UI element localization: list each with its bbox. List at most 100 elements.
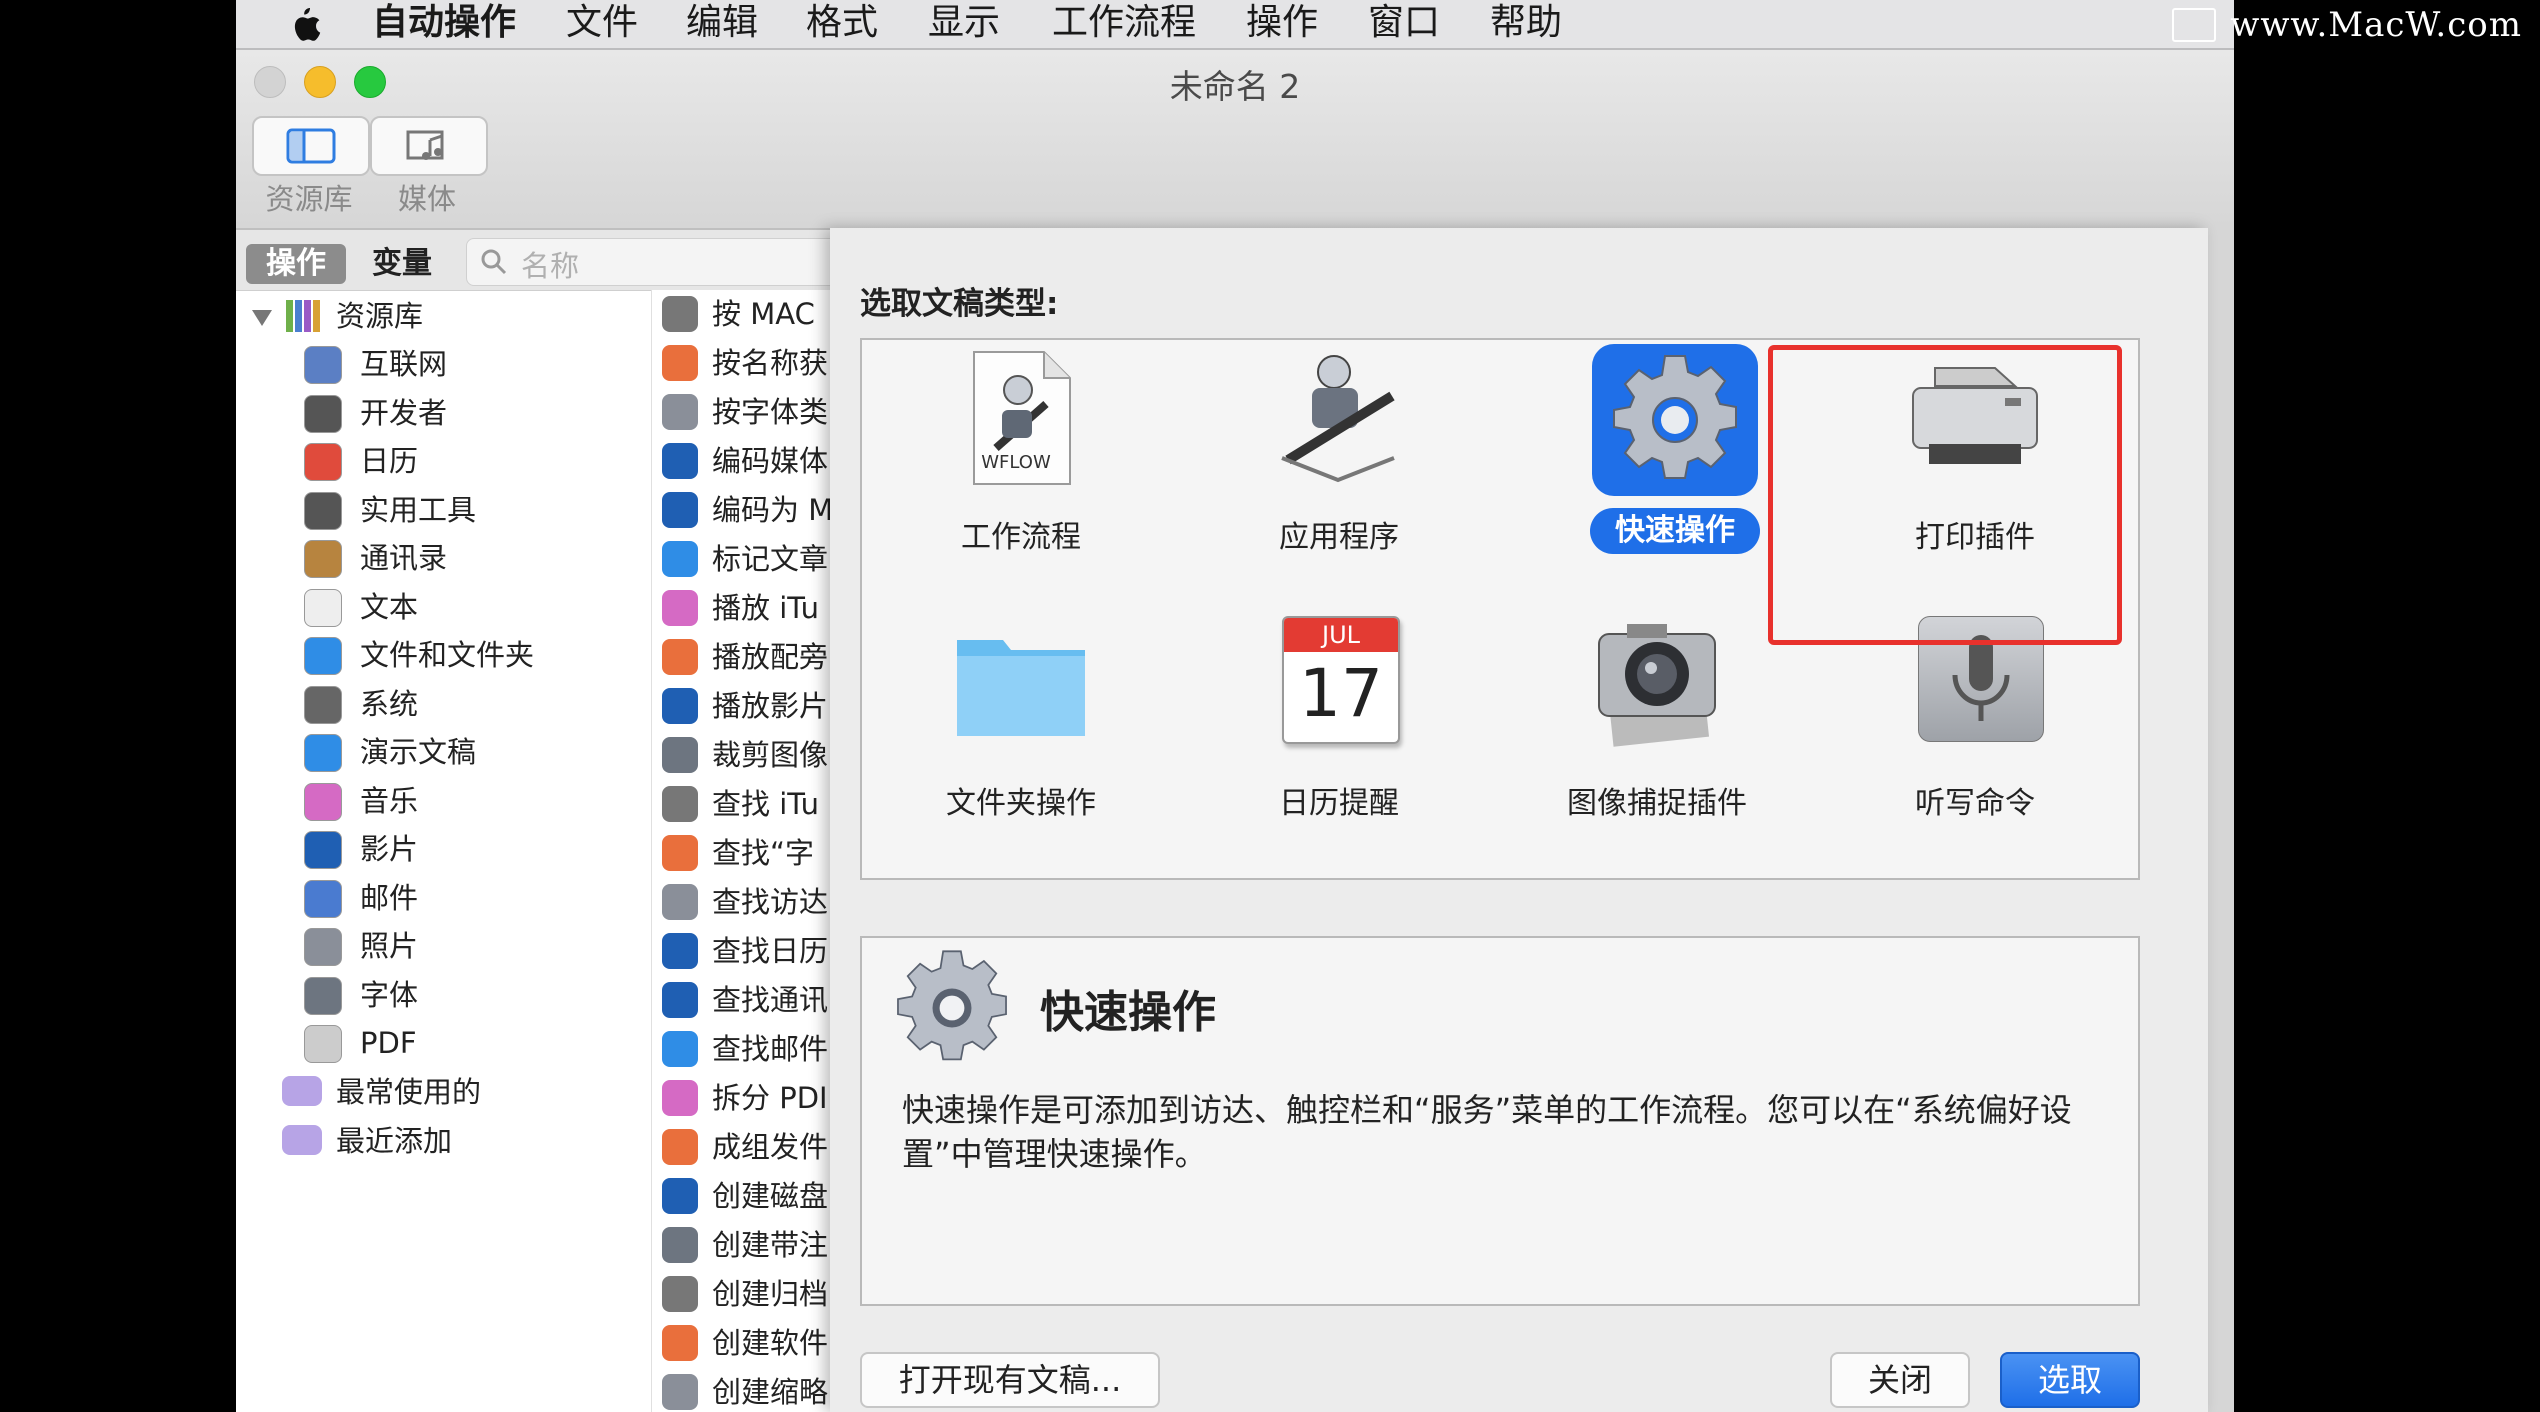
description-title: 快速操作 bbox=[1040, 987, 1216, 1038]
action-item[interactable]: 播放配旁 bbox=[652, 633, 833, 681]
action-label: 编码为 M bbox=[712, 493, 833, 527]
menu-file[interactable]: 文件 bbox=[566, 0, 638, 48]
action-item[interactable]: 创建归档 bbox=[652, 1270, 833, 1318]
type-image-capture-plugin-label: 图像捕捉插件 bbox=[1567, 786, 1747, 821]
menu-help[interactable]: 帮助 bbox=[1490, 0, 1562, 48]
menu-action[interactable]: 操作 bbox=[1246, 0, 1318, 48]
media-label: 媒体 bbox=[397, 182, 456, 216]
apple-menu-icon[interactable] bbox=[286, 4, 322, 44]
action-item[interactable]: 创建软件 bbox=[652, 1319, 833, 1367]
type-workflow[interactable]: WFLOW 工作流程 bbox=[862, 340, 1180, 608]
type-image-capture-plugin[interactable]: 图像捕捉插件 bbox=[1498, 608, 1816, 876]
presentation-icon bbox=[304, 734, 342, 772]
action-item[interactable]: 查找 iTu bbox=[652, 780, 833, 828]
action-icon bbox=[662, 492, 698, 528]
action-item[interactable]: 查找访达 bbox=[652, 878, 833, 926]
category-item[interactable]: 邮件 bbox=[288, 874, 648, 922]
action-item[interactable]: 查找“字 bbox=[652, 829, 833, 877]
category-label: 互联网 bbox=[360, 347, 448, 381]
action-icon bbox=[662, 688, 698, 724]
action-item[interactable]: 裁剪图像 bbox=[652, 731, 833, 779]
action-icon bbox=[662, 394, 698, 430]
search-field[interactable]: 名称 bbox=[466, 238, 848, 286]
selection-highlight-box bbox=[1768, 345, 2122, 645]
action-icon bbox=[662, 982, 698, 1018]
menu-view[interactable]: 显示 bbox=[928, 0, 1000, 48]
workflow-badge: WFLOW bbox=[981, 452, 1051, 473]
library-root-row[interactable]: 资源库 bbox=[252, 292, 652, 340]
smart-group-item[interactable]: 最常使用的 bbox=[252, 1068, 652, 1116]
tab-actions[interactable]: 操作 bbox=[246, 244, 346, 284]
category-item[interactable]: 音乐 bbox=[288, 777, 648, 825]
menu-workflow[interactable]: 工作流程 bbox=[1052, 0, 1196, 48]
category-item[interactable]: 演示文稿 bbox=[288, 728, 648, 776]
action-icon bbox=[662, 443, 698, 479]
library-toggle-button[interactable] bbox=[252, 116, 370, 176]
action-item[interactable]: 按名称获 bbox=[652, 339, 833, 387]
action-item[interactable]: 创建磁盘 bbox=[652, 1172, 833, 1220]
action-item[interactable]: 拆分 PDI bbox=[652, 1074, 833, 1122]
category-label: 文件和文件夹 bbox=[360, 638, 535, 672]
category-item[interactable]: 开发者 bbox=[288, 389, 648, 437]
tab-variables[interactable]: 变量 bbox=[352, 244, 452, 284]
category-item[interactable]: 系统 bbox=[288, 680, 648, 728]
action-label: 查找日历 bbox=[712, 934, 829, 968]
category-item[interactable]: PDF bbox=[288, 1019, 648, 1067]
category-label: 邮件 bbox=[360, 880, 419, 915]
action-item[interactable]: 按字体类 bbox=[652, 388, 833, 436]
action-item[interactable]: 编码媒体 bbox=[652, 437, 833, 485]
category-item[interactable]: 通讯录 bbox=[288, 534, 648, 582]
action-label: 创建带注 bbox=[712, 1228, 829, 1262]
menu-automator[interactable]: 自动操作 bbox=[372, 0, 516, 48]
description-panel: 快速操作 快速操作是可添加到访达、触控栏和“服务”菜单的工作流程。您可以在“系统… bbox=[860, 936, 2140, 1306]
category-item[interactable]: 字体 bbox=[288, 971, 648, 1019]
action-item[interactable]: 创建缩略 bbox=[652, 1368, 833, 1412]
smart-group-item[interactable]: 最近添加 bbox=[252, 1117, 652, 1165]
category-item[interactable]: 文件和文件夹 bbox=[288, 631, 648, 679]
action-item[interactable]: 成组发件 bbox=[652, 1123, 833, 1171]
action-item[interactable]: 按 MAC bbox=[652, 290, 833, 338]
menu-window[interactable]: 窗口 bbox=[1368, 0, 1440, 48]
category-item[interactable]: 照片 bbox=[288, 922, 648, 970]
system-icon bbox=[304, 685, 342, 724]
type-application[interactable]: 应用程序 bbox=[1180, 340, 1498, 608]
action-icon bbox=[662, 737, 698, 773]
document-type-sheet: 选取文稿类型: WFLOW 工作流程 应用程序 快速操作 打印插件 文件夹操作 … bbox=[830, 228, 2208, 1412]
action-item[interactable]: 创建带注 bbox=[652, 1221, 833, 1269]
disclosure-triangle-icon[interactable] bbox=[252, 310, 272, 326]
action-icon bbox=[662, 639, 698, 675]
category-item[interactable]: 互联网 bbox=[288, 340, 648, 388]
calendar-icon: JUL 17 bbox=[1282, 616, 1400, 744]
action-item[interactable]: 播放 iTu bbox=[652, 584, 833, 632]
category-label: 通讯录 bbox=[360, 541, 448, 575]
category-item[interactable]: 影片 bbox=[288, 825, 648, 873]
action-label: 查找“字 bbox=[712, 836, 815, 870]
category-item[interactable]: 日历 bbox=[288, 437, 648, 485]
menu-edit[interactable]: 编辑 bbox=[686, 0, 758, 48]
close-button[interactable]: 关闭 bbox=[1830, 1352, 1970, 1408]
type-calendar-alarm[interactable]: JUL 17 日历提醒 bbox=[1180, 608, 1498, 876]
category-item[interactable]: 实用工具 bbox=[288, 486, 648, 534]
action-item[interactable]: 查找日历 bbox=[652, 927, 833, 975]
calendar-icon bbox=[304, 443, 342, 481]
watermark-text: www.MacW.com bbox=[2230, 5, 2522, 45]
choose-button[interactable]: 选取 bbox=[2000, 1352, 2140, 1408]
action-item[interactable]: 播放影片 bbox=[652, 682, 833, 730]
action-item[interactable]: 编码为 M bbox=[652, 486, 833, 534]
menu-format[interactable]: 格式 bbox=[806, 0, 878, 48]
library-icon bbox=[286, 300, 320, 332]
type-folder-action[interactable]: 文件夹操作 bbox=[862, 608, 1180, 876]
action-item[interactable]: 查找邮件 bbox=[652, 1025, 833, 1073]
sheet-prompt: 选取文稿类型: bbox=[860, 286, 1059, 322]
action-item[interactable]: 查找通讯 bbox=[652, 976, 833, 1024]
open-existing-button[interactable]: 打开现有文稿... bbox=[860, 1352, 1160, 1408]
type-dictation-command[interactable]: 听写命令 bbox=[1816, 608, 2134, 876]
category-item[interactable]: 文本 bbox=[288, 583, 648, 631]
pdf-icon bbox=[304, 1025, 342, 1063]
media-button[interactable] bbox=[370, 116, 488, 176]
description-text: 快速操作是可添加到访达、触控栏和“服务”菜单的工作流程。您可以在“系统偏好设置”… bbox=[902, 1091, 2072, 1173]
action-item[interactable]: 标记文章 bbox=[652, 535, 833, 583]
action-label: 按 MAC bbox=[712, 297, 815, 331]
category-label: 系统 bbox=[360, 686, 419, 721]
font-icon bbox=[304, 976, 342, 1015]
